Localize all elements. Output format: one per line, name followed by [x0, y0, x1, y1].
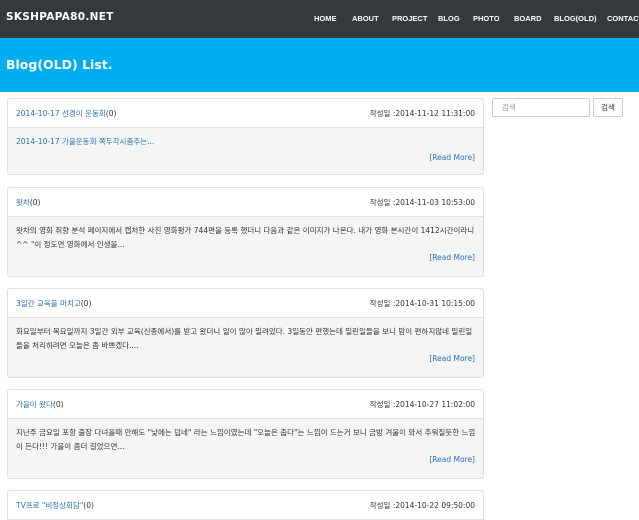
comment-count: (0) — [29, 198, 41, 207]
read-more-link[interactable]: [Read More] — [429, 253, 475, 262]
read-more-link[interactable]: [Read More] — [429, 354, 475, 363]
post-card-header: 왓차(0) 작성일 :2014-11-03 10:53:00 — [8, 188, 483, 217]
post-card-header: 가을이 왔다(0) 작성일 :2014-10-27 11:02:00 — [8, 390, 483, 419]
nav-menu: HOME ABOUT PROJECT BLOG PHOTO BOARD BLOG… — [0, 14, 639, 26]
post-title-line: 2014-10-17 선경이 운동회(0) — [16, 108, 116, 119]
post-date: 작성일 :2014-10-27 11:02:00 — [369, 400, 475, 409]
post-title-link[interactable]: 3일간 교육을 마치고 — [16, 299, 81, 308]
post-title-link[interactable]: 가을이 왔다 — [16, 400, 53, 409]
nav-item-about[interactable]: ABOUT — [352, 14, 379, 23]
post-date: 작성일 :2014-10-22 09:50:00 — [369, 501, 475, 510]
post-card-header: TV프로 "비정상회담"(0) 작성일 :2014-10-22 09:50:00 — [8, 491, 483, 520]
post-excerpt: 2014-10-17 가을운동회 쪽두각시춤추는... — [16, 135, 476, 149]
post-title-line: 왓차(0) — [16, 197, 40, 208]
post-excerpt: 화요일부터 목요일까지 3일간 외부 교육(신종에서)를 받고 왔더니 일이 많… — [16, 327, 473, 350]
page-title: Blog(OLD) List. — [6, 57, 113, 72]
nav-item-blog[interactable]: BLOG — [438, 14, 460, 23]
post-title-line: 가을이 왔다(0) — [16, 399, 64, 410]
nav-item-blog-old[interactable]: BLOG(OLD) — [554, 14, 597, 23]
post-date: 작성일 :2014-11-12 11:31:00 — [369, 109, 475, 118]
nav-item-board[interactable]: BOARD — [514, 14, 542, 23]
post-card: 왓차(0) 작성일 :2014-11-03 10:53:00 왓차의 영화 취향… — [7, 187, 484, 277]
search-button[interactable]: 검색 — [593, 98, 623, 117]
comment-count: (0) — [80, 299, 92, 308]
search-input[interactable] — [492, 98, 590, 117]
post-title-line: 3일간 교육을 마치고(0) — [16, 298, 91, 309]
post-card-header: 2014-10-17 선경이 운동회(0) 작성일 :2014-11-12 11… — [8, 99, 483, 128]
comment-count: (0) — [105, 109, 117, 118]
comment-count: (0) — [83, 501, 94, 510]
post-card: 3일간 교육을 마치고(0) 작성일 :2014-10-31 10:15:00 … — [7, 288, 484, 378]
post-date: 작성일 :2014-10-31 10:15:00 — [369, 299, 475, 308]
comment-count: (0) — [52, 400, 64, 409]
top-navbar: SKSHPAPA80.NET HOME ABOUT PROJECT BLOG P… — [0, 0, 639, 38]
post-card: TV프로 "비정상회담"(0) 작성일 :2014-10-22 09:50:00 — [7, 490, 484, 520]
post-card: 2014-10-17 선경이 운동회(0) 작성일 :2014-11-12 11… — [7, 98, 484, 175]
post-date: 작성일 :2014-11-03 10:53:00 — [369, 198, 475, 207]
read-more-link[interactable]: [Read More] — [429, 153, 475, 162]
nav-item-project[interactable]: PROJECT — [392, 14, 427, 23]
nav-item-home[interactable]: HOME — [314, 14, 337, 23]
post-title-link[interactable]: 왓차 — [16, 198, 30, 207]
post-title-link[interactable]: 2014-10-17 선경이 운동회 — [16, 109, 106, 118]
post-excerpt: 지난주 금요일 포항 출장 다녀올때 만해도 "낮에는 덥네" 라는 느낌이였는… — [16, 428, 476, 451]
page-header-band: Blog(OLD) List. — [0, 38, 639, 92]
read-more-link[interactable]: [Read More] — [429, 455, 475, 464]
post-title-link[interactable]: TV프로 "비정상회담" — [16, 501, 83, 510]
post-excerpt: 왓차의 영화 취향 분석 페이지에서 캡처한 사진 영화평가 744편을 등록 … — [16, 226, 475, 249]
post-card: 가을이 왔다(0) 작성일 :2014-10-27 11:02:00 지난주 금… — [7, 389, 484, 479]
nav-item-photo[interactable]: PHOTO — [473, 14, 500, 23]
nav-item-contact[interactable]: CONTACT — [607, 14, 639, 23]
post-card-header: 3일간 교육을 마치고(0) 작성일 :2014-10-31 10:15:00 — [8, 289, 483, 318]
post-excerpt-link[interactable]: 2014-10-17 가을운동회 쪽두각시춤추는... — [16, 137, 154, 146]
post-title-line: TV프로 "비정상회담"(0) — [16, 500, 94, 511]
